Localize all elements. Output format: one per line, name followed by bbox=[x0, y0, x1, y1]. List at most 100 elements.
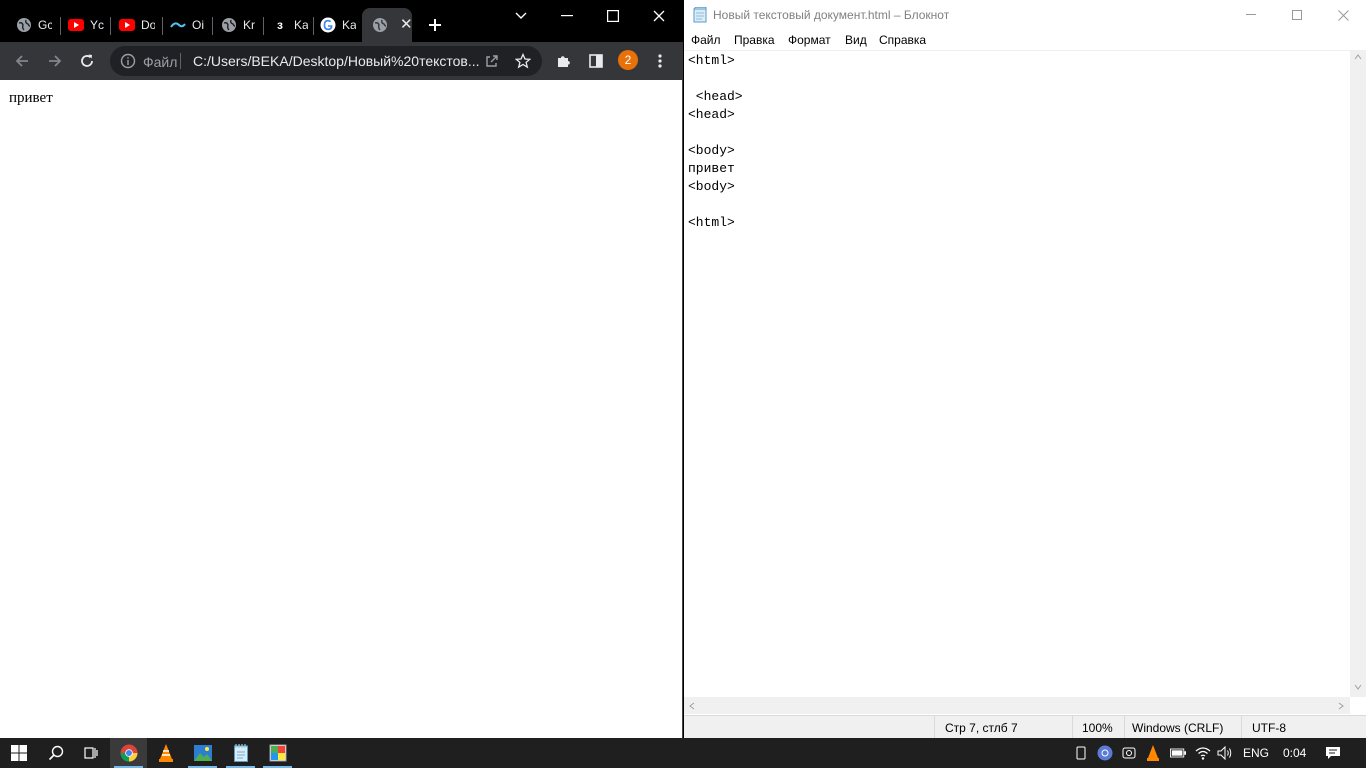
close-tab-icon[interactable]: ✕ bbox=[400, 17, 412, 33]
tab-search-button[interactable] bbox=[498, 6, 544, 26]
tab-title: Oi bbox=[192, 18, 204, 32]
address-bar[interactable]: Файл C:/Users/BEKA/Desktop/Новый%20текст… bbox=[110, 46, 542, 76]
editor-line: привет bbox=[688, 161, 735, 176]
close-window-button[interactable] bbox=[636, 6, 682, 26]
tab-title: Gc bbox=[38, 18, 52, 32]
youtube-icon bbox=[68, 17, 84, 33]
browser-tab[interactable]: Yc bbox=[58, 8, 110, 42]
scroll-down-icon[interactable] bbox=[1354, 684, 1362, 690]
more-vertical-icon bbox=[658, 54, 662, 68]
network-share-icon[interactable] bbox=[1121, 745, 1137, 761]
scroll-left-icon[interactable] bbox=[689, 702, 695, 710]
editor-line: <html> bbox=[688, 53, 735, 68]
scroll-right-icon[interactable] bbox=[1338, 702, 1344, 710]
menu-edit[interactable]: Правка bbox=[734, 33, 775, 47]
cursor-position: Стр 7, стлб 7 bbox=[945, 721, 1018, 735]
tab-title: Kr bbox=[243, 18, 255, 32]
task-view-button[interactable] bbox=[72, 738, 109, 768]
browser-tab[interactable]: Gc bbox=[6, 8, 58, 42]
minimize-icon bbox=[1246, 14, 1256, 15]
notepad-status-bar: Стр 7, стлб 7 100% Windows (CRLF) UTF-8 bbox=[684, 715, 1366, 739]
new-tab-button[interactable] bbox=[424, 14, 446, 36]
omnibox-divider bbox=[180, 53, 181, 69]
editor-line: <head> bbox=[688, 89, 743, 104]
arrow-left-icon bbox=[15, 55, 28, 67]
extensions-button[interactable] bbox=[552, 49, 576, 73]
chrome-menu-button[interactable] bbox=[648, 49, 672, 73]
info-icon[interactable] bbox=[120, 53, 136, 74]
input-language[interactable]: ENG bbox=[1243, 746, 1269, 760]
notepad-app-icon bbox=[693, 6, 707, 28]
letter-z-icon: з bbox=[277, 18, 283, 32]
back-button[interactable] bbox=[10, 49, 34, 73]
notepad-minimize-button[interactable] bbox=[1228, 0, 1274, 30]
vlc-icon bbox=[158, 744, 173, 762]
tablet-icon[interactable] bbox=[1073, 745, 1089, 761]
notepad-maximize-button[interactable] bbox=[1274, 0, 1320, 30]
search-button[interactable] bbox=[37, 738, 74, 768]
plus-icon bbox=[429, 19, 441, 31]
site-info-label[interactable]: Файл bbox=[143, 54, 177, 70]
forward-button[interactable] bbox=[43, 49, 67, 73]
chrome-tab-strip: Gc Yc Do Oi Kr з Ka Ka ✕ bbox=[0, 0, 683, 42]
url-text[interactable]: C:/Users/BEKA/Desktop/Новый%20текстов... bbox=[193, 53, 483, 69]
browser-tab[interactable]: Oi bbox=[160, 8, 212, 42]
tab-title: Do bbox=[141, 18, 155, 32]
taskbar-paint[interactable] bbox=[259, 738, 296, 768]
windows-taskbar: ENG 0:04 bbox=[0, 738, 1366, 768]
notifications-icon[interactable] bbox=[1325, 745, 1341, 761]
encoding: UTF-8 bbox=[1252, 721, 1286, 735]
taskbar-chrome[interactable] bbox=[110, 738, 147, 768]
reload-icon bbox=[81, 54, 93, 67]
browser-tab[interactable]: Ka bbox=[310, 8, 362, 42]
tab-title: Ka bbox=[294, 18, 308, 32]
task-view-icon bbox=[83, 747, 98, 759]
system-clock[interactable]: 0:04 bbox=[1283, 746, 1306, 760]
vertical-scrollbar[interactable] bbox=[1350, 50, 1366, 697]
notepad-icon bbox=[233, 744, 248, 762]
horizontal-scrollbar[interactable] bbox=[684, 697, 1350, 714]
side-panel-button[interactable] bbox=[584, 49, 608, 73]
editor-line: <body> bbox=[688, 143, 735, 158]
battery-icon[interactable] bbox=[1170, 745, 1186, 761]
profile-avatar-badge[interactable]: 2 bbox=[618, 50, 638, 70]
reload-button[interactable] bbox=[75, 49, 99, 73]
start-button[interactable] bbox=[0, 738, 37, 768]
menu-file[interactable]: Файл bbox=[691, 33, 721, 47]
chrome-window: Gc Yc Do Oi Kr з Ka Ka ✕ Файл C:/Users/B… bbox=[0, 0, 683, 738]
browser-tab-active[interactable]: ✕ bbox=[362, 8, 412, 42]
puzzle-icon bbox=[558, 56, 570, 67]
text-editor-area[interactable]: <html> <head> <head> <body> привет <body… bbox=[684, 50, 1350, 697]
wifi-icon[interactable] bbox=[1195, 745, 1211, 761]
tray-app-icon[interactable] bbox=[1097, 745, 1113, 761]
menu-view[interactable]: Вид bbox=[845, 33, 867, 47]
notepad-close-button[interactable] bbox=[1320, 0, 1366, 30]
tab-title: Ka bbox=[342, 18, 356, 32]
maximize-button[interactable] bbox=[590, 6, 636, 26]
editor-line: <html> bbox=[688, 215, 735, 230]
window-title: Новый текстовый документ.html – Блокнот bbox=[713, 8, 950, 22]
vlc-tray-icon[interactable] bbox=[1145, 745, 1161, 761]
maximize-icon bbox=[607, 10, 619, 22]
browser-tab[interactable]: з Ka bbox=[262, 8, 314, 42]
scroll-up-icon[interactable] bbox=[1354, 54, 1362, 60]
browser-tab[interactable]: Do bbox=[109, 8, 161, 42]
taskbar-notepad[interactable] bbox=[222, 738, 259, 768]
browser-tab[interactable]: Kr bbox=[211, 8, 263, 42]
youtube-icon bbox=[119, 17, 135, 33]
taskbar-photos[interactable] bbox=[184, 738, 221, 768]
chrome-icon bbox=[120, 744, 137, 762]
menu-help[interactable]: Справка bbox=[879, 33, 926, 47]
menu-format[interactable]: Формат bbox=[788, 33, 831, 47]
bookmark-star-icon[interactable] bbox=[514, 52, 532, 74]
taskbar-vlc[interactable] bbox=[147, 738, 184, 768]
globe-icon bbox=[221, 17, 237, 33]
globe-icon bbox=[16, 17, 32, 33]
page-viewport: привет bbox=[0, 80, 682, 738]
minimize-button[interactable] bbox=[544, 6, 590, 26]
volume-icon[interactable] bbox=[1217, 745, 1233, 761]
paint-icon bbox=[269, 744, 286, 762]
wave-icon bbox=[170, 17, 186, 33]
line-endings: Windows (CRLF) bbox=[1132, 721, 1224, 735]
share-icon[interactable] bbox=[484, 53, 500, 74]
